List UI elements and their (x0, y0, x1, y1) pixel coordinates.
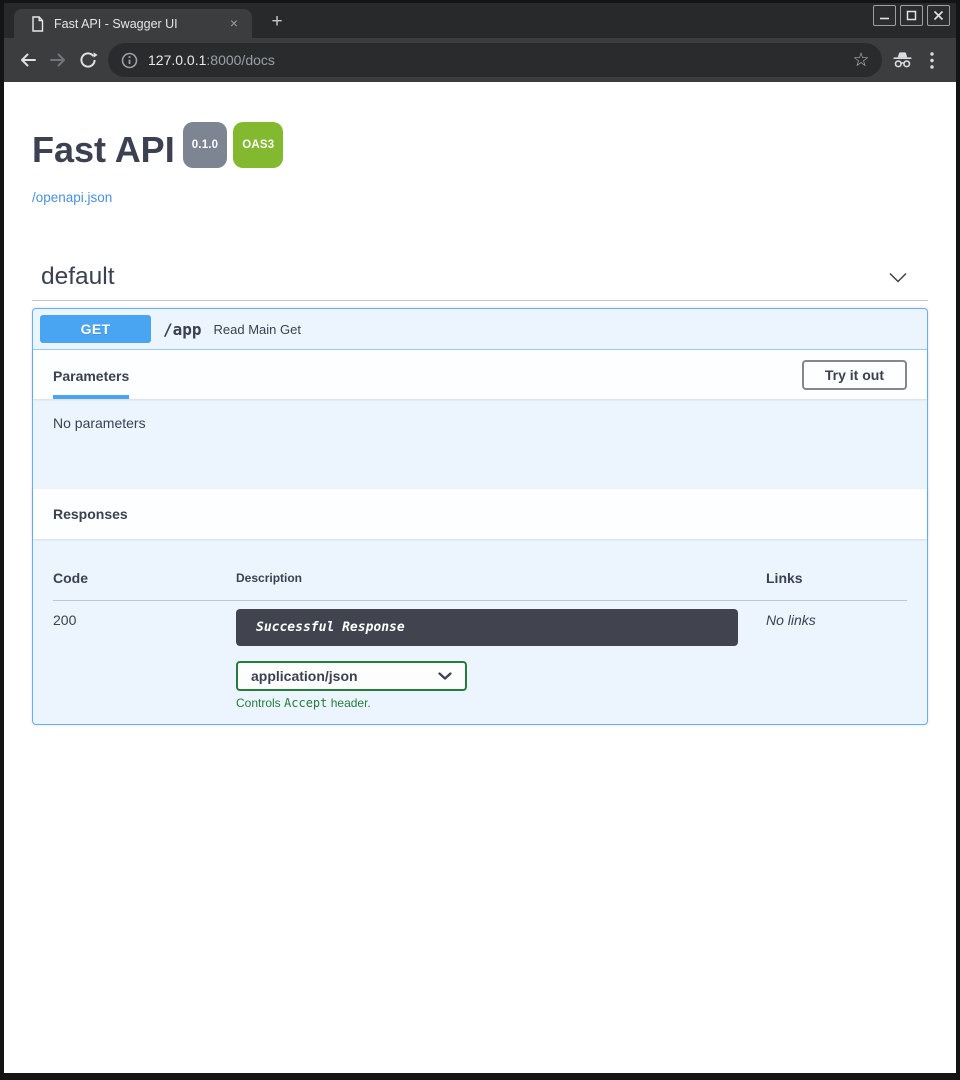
tab-close-icon[interactable]: × (225, 15, 243, 33)
tag-title: default (41, 263, 115, 291)
back-button[interactable] (13, 45, 43, 75)
api-title: Fast API0.1.0OAS3 (32, 130, 928, 182)
response-code: 200 (53, 601, 236, 710)
responses-header: Responses (33, 489, 927, 539)
browser-toolbar: 127.0.0.1:8000/docs ☆ (4, 38, 956, 82)
address-bar[interactable]: 127.0.0.1:8000/docs ☆ (108, 43, 882, 77)
minimize-button[interactable] (873, 5, 896, 26)
responses-table-header: Code Description Links (53, 571, 907, 601)
maximize-button[interactable] (900, 5, 923, 26)
response-description-box: Successful Response (236, 609, 738, 646)
chevron-down-icon[interactable] (888, 272, 926, 283)
oas3-badge: OAS3 (233, 122, 283, 168)
tab-strip: Fast API - Swagger UI × + (4, 3, 956, 38)
response-row-200: 200 Successful Response application/json (53, 601, 907, 710)
openapi-json-link[interactable]: /openapi.json (32, 190, 112, 205)
browser-tab[interactable]: Fast API - Swagger UI × (14, 9, 252, 38)
parameters-header: Parameters Try it out (33, 350, 927, 399)
responses-body: Code Description Links 200 Successful Re… (33, 539, 927, 724)
media-type-select[interactable]: application/json (236, 661, 467, 691)
bookmark-star-icon[interactable]: ☆ (848, 47, 874, 73)
page-content: Fast API0.1.0OAS3 /openapi.json default … (4, 82, 956, 1073)
reload-button[interactable] (73, 45, 103, 75)
tag-section-default[interactable]: default (32, 263, 928, 301)
parameters-body: No parameters (33, 399, 927, 489)
column-code: Code (53, 571, 236, 586)
column-description: Description (236, 571, 766, 586)
opblock-body: Parameters Try it out No parameters Resp… (33, 350, 927, 724)
response-description-cell: Successful Response application/json Con… (236, 601, 766, 710)
menu-button[interactable] (917, 45, 947, 75)
column-links: Links (766, 571, 907, 586)
close-button[interactable] (927, 5, 950, 26)
try-it-out-button[interactable]: Try it out (802, 360, 907, 390)
version-badge: 0.1.0 (183, 122, 228, 168)
api-info: Fast API0.1.0OAS3 /openapi.json (32, 82, 928, 207)
accept-header-hint: Controls Accept header. (236, 696, 766, 710)
opblock-get-app: GET /app Read Main Get Parameters Try it… (32, 308, 928, 725)
forward-button[interactable] (43, 45, 73, 75)
media-type-value: application/json (251, 668, 358, 684)
url-text: 127.0.0.1:8000/docs (148, 52, 275, 68)
method-badge: GET (40, 315, 151, 343)
tab-parameters[interactable]: Parameters (53, 368, 129, 399)
operation-path: /app (163, 320, 202, 339)
incognito-icon (887, 45, 917, 75)
opblock-summary[interactable]: GET /app Read Main Get (33, 309, 927, 350)
tab-title: Fast API - Swagger UI (54, 17, 225, 31)
window-controls (873, 5, 950, 26)
new-tab-button[interactable]: + (264, 9, 290, 35)
no-parameters-text: No parameters (53, 415, 146, 431)
response-links: No links (766, 601, 907, 710)
site-info-icon[interactable] (121, 52, 138, 69)
operation-summary: Read Main Get (214, 322, 301, 337)
browser-window: Fast API - Swagger UI × + (0, 0, 960, 1080)
select-chevron-down-icon (438, 672, 452, 680)
document-favicon-icon (31, 16, 44, 32)
responses-title: Responses (53, 506, 128, 522)
